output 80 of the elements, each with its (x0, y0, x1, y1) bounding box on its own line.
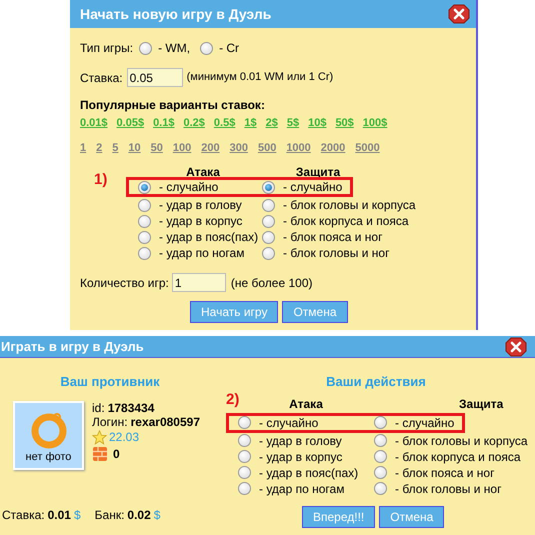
stake-link[interactable]: 50$ (335, 115, 354, 132)
dialog-button[interactable]: Отмена (282, 301, 348, 323)
stake-link[interactable]: 0.1$ (153, 115, 174, 132)
stake-link[interactable]: 0.2$ (183, 115, 205, 132)
stake-link[interactable]: 2000 (320, 140, 346, 156)
option-label: - удар в корпус (259, 448, 342, 466)
dialog-button[interactable]: Вперед!!! (302, 506, 376, 528)
option-label: - WM, (158, 40, 190, 57)
stake-field[interactable]: 0.05 (126, 68, 183, 87)
field-label: Логин: (92, 414, 128, 428)
option-label: - удар в корпус (159, 213, 242, 230)
dialog-button[interactable]: Начать игру (190, 301, 278, 323)
option-label: - случайно (159, 179, 218, 196)
column-heading: Защита (459, 396, 504, 412)
stake-link[interactable]: 1000 (286, 140, 311, 156)
option-label: - удар по ногам (159, 245, 244, 262)
stake-link[interactable]: 2 (96, 140, 102, 156)
id-value: 1783434 (108, 400, 154, 414)
column-heading: Защита (294, 164, 342, 177)
stake-link[interactable]: 50 (150, 140, 163, 156)
option-label: - удар по ногам (259, 480, 344, 498)
option-label: - случайно (395, 414, 454, 432)
field-label: Тип игры: (80, 40, 134, 57)
currency-sign: $ (154, 506, 160, 524)
option-label: - удар в пояс(пах) (159, 229, 258, 246)
option-label: - блок головы и ног (283, 245, 390, 262)
option-label: - блок корпуса и пояса (395, 448, 521, 466)
section-heading: Ваши действия (325, 373, 427, 391)
photo-caption: нет фото (26, 450, 72, 465)
step-marker: 1) (93, 170, 108, 190)
section-title: Популярные варианты ставок: (80, 97, 266, 114)
field-label: Ставка: (80, 70, 123, 86)
option-label: - Cr (219, 40, 240, 57)
option-label: - блок головы и корпуса (395, 432, 528, 450)
stake-link[interactable]: 10 (128, 140, 141, 156)
option-label: - блок головы и ног (395, 480, 502, 498)
stake-link[interactable]: 0.5$ (214, 115, 236, 132)
login-value: rexar080597 (130, 414, 200, 428)
option-label: - блок пояса и ног (395, 464, 494, 482)
option-label: - блок корпуса и пояса (283, 213, 409, 230)
option-label: - удар в голову (159, 197, 242, 214)
column-heading: Атака (288, 396, 324, 412)
field-label: Количество игр: (80, 274, 169, 292)
hint-text: (минимум 0.01 WM или 1 Cr) (186, 70, 334, 86)
hint-text: (не более 100) (230, 274, 312, 292)
section-heading: Ваш противник (59, 373, 161, 391)
field-label: Банк: (94, 506, 124, 524)
stake-link[interactable]: 10$ (308, 115, 326, 132)
stake-link[interactable]: 200 (201, 140, 220, 156)
option-label: - блок пояса и ног (283, 229, 382, 246)
dialog-button[interactable]: Отмена (379, 506, 444, 528)
currency-sign: $ (74, 506, 81, 524)
option-label: - случайно (259, 414, 318, 432)
window-title: Начать новую игру в Дуэль (80, 4, 272, 24)
bank-value: 0.02 (127, 506, 151, 524)
rating-value: 22.03 (109, 430, 140, 444)
stake-link[interactable]: 0.01$ (80, 115, 108, 132)
step-marker: 2) (226, 390, 238, 410)
stake-link[interactable]: 100 (172, 140, 192, 156)
stake-link[interactable]: 5000 (355, 140, 380, 156)
stake-link[interactable]: 2$ (266, 115, 278, 132)
option-label: - удар в пояс(пах) (259, 464, 358, 482)
option-label: - удар в голову (259, 432, 342, 450)
stake-link[interactable]: 5$ (286, 115, 300, 132)
count-field[interactable]: 1 (172, 273, 226, 292)
stake-link[interactable]: 0.05$ (116, 115, 144, 132)
field-label: Ставка: (2, 506, 45, 524)
field-label: id: (92, 400, 105, 414)
column-heading: Атака (185, 164, 221, 177)
stake-link[interactable]: 5 (112, 140, 118, 156)
stake-link[interactable]: 300 (230, 140, 248, 156)
window-title: Играть в игру в Дуэль (1, 338, 144, 356)
stake-link[interactable]: 1 (80, 140, 86, 156)
option-label: - блок головы и корпуса (283, 197, 416, 214)
bricks-value: 0 (113, 446, 120, 460)
option-label: - случайно (283, 179, 342, 196)
stake-link[interactable]: 500 (258, 140, 276, 156)
stake-value: 0.01 (48, 506, 71, 524)
stake-link[interactable]: 1$ (244, 115, 257, 132)
stake-link[interactable]: 100$ (362, 115, 388, 132)
